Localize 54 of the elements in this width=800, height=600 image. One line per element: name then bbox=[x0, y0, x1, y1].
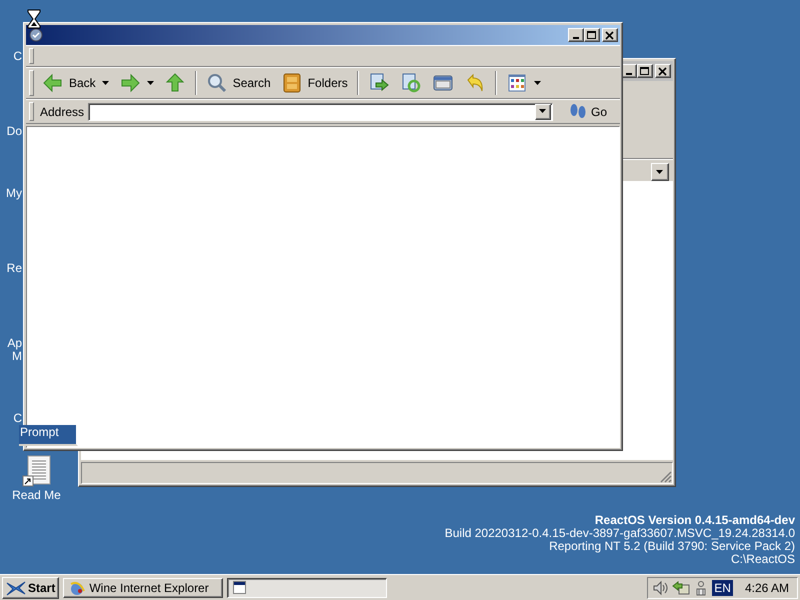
footprints-icon bbox=[568, 102, 587, 120]
desktop-icon-label[interactable]: C bbox=[13, 50, 23, 63]
toolbar-button[interactable]: Folders bbox=[276, 70, 352, 96]
maximize-icon bbox=[640, 66, 650, 76]
version-line: C:\ReactOS bbox=[730, 553, 795, 566]
up-arrow-icon bbox=[164, 72, 186, 94]
address-label: Address bbox=[40, 104, 84, 118]
resize-grip-icon[interactable] bbox=[660, 471, 672, 483]
go-button[interactable]: Go bbox=[556, 102, 617, 120]
close-icon bbox=[658, 66, 668, 76]
document-arrow-icon bbox=[368, 72, 390, 94]
left-arrow-icon bbox=[42, 72, 64, 94]
network-icon[interactable] bbox=[672, 580, 690, 596]
start-button[interactable]: Start bbox=[2, 576, 60, 598]
desktop-icon-label[interactable]: Do bbox=[6, 125, 23, 138]
desktop-icon-label[interactable]: My bbox=[6, 187, 23, 200]
toolbar-button[interactable]: Search bbox=[202, 70, 275, 96]
grid-icon bbox=[506, 72, 528, 94]
desktop-icon-label[interactable]: Prompt bbox=[19, 425, 78, 446]
desktop-icon-label[interactable]: Ap bbox=[7, 337, 23, 350]
version-line: Reporting NT 5.2 (Build 3790: Service Pack 2) bbox=[549, 540, 795, 553]
close-button[interactable] bbox=[602, 28, 618, 42]
desktop-icon-label[interactable]: C bbox=[13, 412, 23, 425]
address-field[interactable] bbox=[88, 102, 553, 120]
speaker-icon[interactable] bbox=[652, 580, 668, 596]
toolbar-button[interactable]: Back bbox=[38, 70, 100, 96]
close-button[interactable] bbox=[655, 64, 671, 78]
minimize-icon bbox=[626, 72, 632, 74]
desktop-icon-label[interactable]: M bbox=[12, 350, 23, 363]
search-icon bbox=[206, 72, 228, 94]
taskbar-button[interactable] bbox=[227, 578, 388, 598]
window-icon bbox=[233, 580, 248, 594]
caret-icon bbox=[656, 170, 664, 174]
document-cycle-icon bbox=[400, 72, 422, 94]
language-indicator[interactable]: EN bbox=[712, 580, 733, 596]
document-shortcut-icon[interactable] bbox=[22, 455, 52, 487]
close-icon bbox=[605, 30, 615, 40]
version-line: Build 20220312-0.4.15-dev-3897-gaf33607.MSVC_19.24.28314.0 bbox=[444, 527, 795, 540]
version-title: ReactOS Version 0.4.15-amd64-dev bbox=[594, 514, 795, 527]
maximize-icon bbox=[587, 30, 597, 40]
caret-icon bbox=[538, 109, 547, 114]
taskbar-button[interactable]: Wine Internet Explorer bbox=[63, 578, 224, 598]
clock: 4:26 AM bbox=[744, 580, 789, 594]
cabinet-icon bbox=[280, 72, 303, 94]
minimize-icon bbox=[573, 36, 579, 38]
dropdown-button[interactable] bbox=[651, 163, 669, 181]
maximize-button[interactable] bbox=[584, 28, 600, 42]
desktop-icon-label[interactable]: Re bbox=[6, 262, 23, 275]
desktop-icon-label[interactable]: Read Me bbox=[12, 489, 62, 502]
right-arrow-icon bbox=[118, 72, 141, 94]
logo-icon bbox=[6, 580, 26, 596]
minimize-button[interactable] bbox=[568, 28, 584, 42]
dropdown-button[interactable] bbox=[534, 104, 551, 120]
maximize-button[interactable] bbox=[637, 64, 653, 78]
